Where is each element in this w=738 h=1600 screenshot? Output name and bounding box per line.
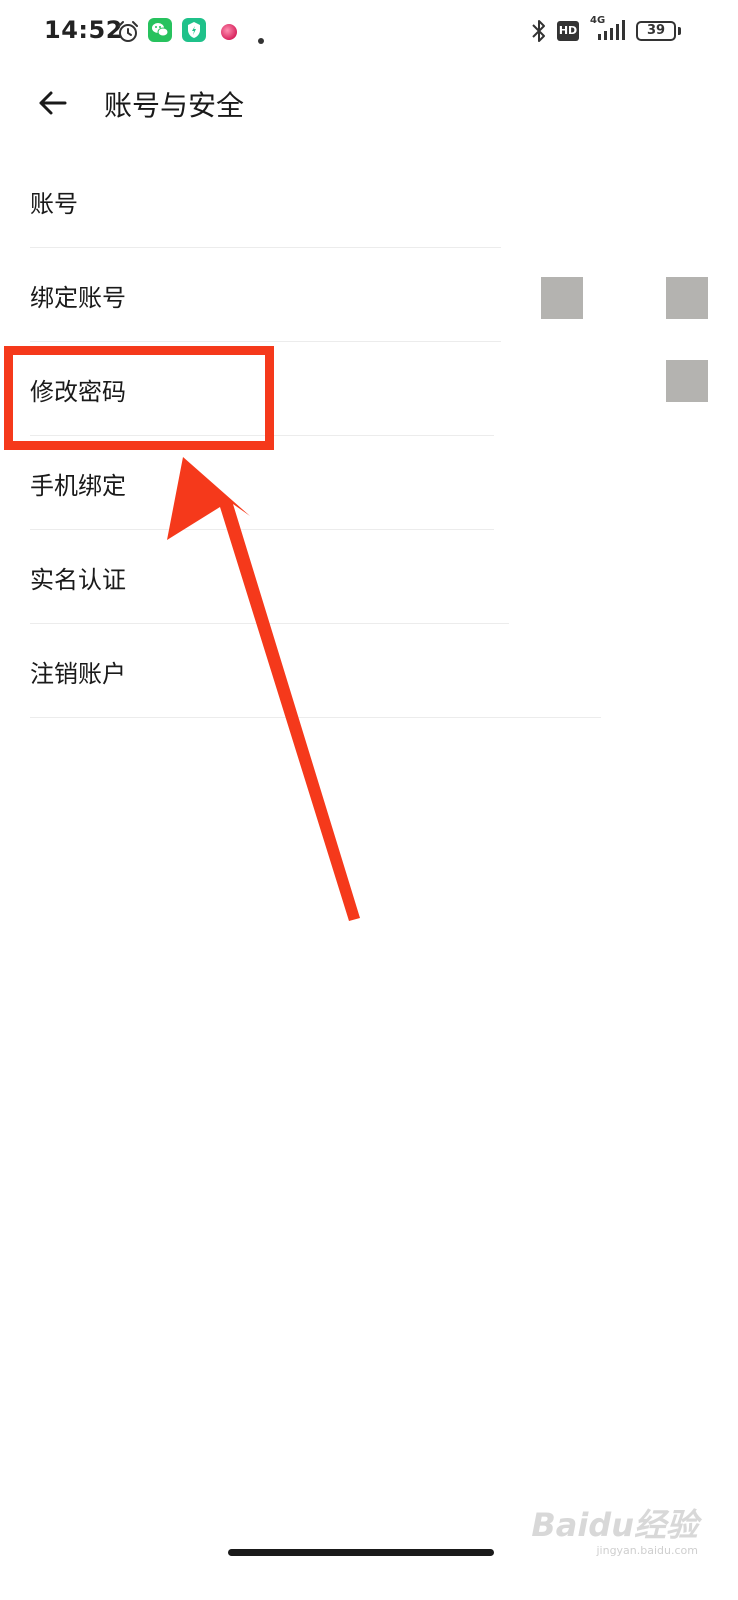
page-title: 账号与安全: [104, 89, 245, 122]
app-header: 账号与安全: [0, 64, 738, 144]
battery-tip: [678, 27, 681, 35]
settings-item-real-name-verification[interactable]: 实名认证: [0, 530, 738, 624]
wechat-icon: [148, 18, 172, 46]
hd-badge: HD: [557, 21, 579, 41]
settings-list: 账号 绑定账号 修改密码 手机绑定 实名认证 注销账户: [0, 154, 738, 718]
settings-item-label: 账号: [30, 190, 78, 218]
back-button[interactable]: [26, 80, 78, 126]
settings-item-change-password[interactable]: 修改密码: [0, 342, 738, 436]
status-bar: 14:52 HD 4G 39: [0, 0, 738, 64]
small-dot-icon: [258, 29, 264, 48]
settings-item-label: 手机绑定: [30, 472, 126, 500]
settings-item-cancel-account[interactable]: 注销账户: [0, 624, 738, 718]
alarm-icon: [116, 20, 140, 48]
divider: [30, 717, 601, 718]
redacted-value-block: [541, 277, 583, 319]
redacted-value-block: [666, 277, 708, 319]
arrow-left-icon: [39, 91, 67, 115]
home-indicator[interactable]: [228, 1549, 494, 1556]
baidu-watermark: Baidu经验 jingyan.baidu.com: [531, 1500, 698, 1557]
status-time: 14:52: [44, 16, 123, 44]
pink-dot-icon: [219, 22, 239, 46]
watermark-logo: Baidu经验: [531, 1506, 698, 1544]
settings-item-label: 注销账户: [30, 660, 126, 688]
settings-item-bind-account[interactable]: 绑定账号: [0, 248, 738, 342]
battery-indicator: 39: [636, 21, 676, 41]
shield-app-icon: [182, 18, 206, 46]
settings-item-label: 修改密码: [30, 378, 126, 406]
settings-item-phone-binding[interactable]: 手机绑定: [0, 436, 738, 530]
settings-item-label: 实名认证: [30, 566, 126, 594]
signal-icon: [598, 20, 628, 46]
bluetooth-icon: [530, 18, 548, 48]
redacted-value-block: [666, 360, 708, 402]
settings-item-account[interactable]: 账号: [0, 154, 738, 248]
settings-item-label: 绑定账号: [30, 284, 126, 312]
